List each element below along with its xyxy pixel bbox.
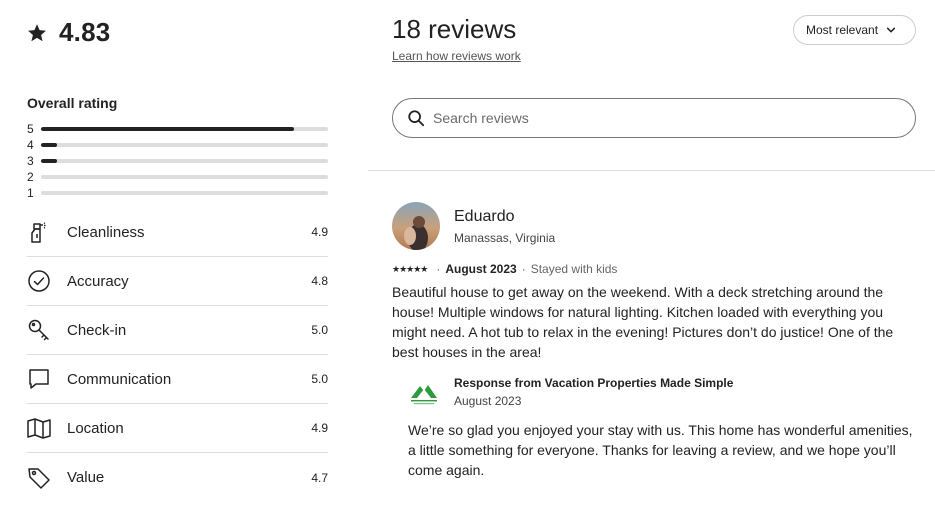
sort-label: Most relevant bbox=[806, 23, 879, 37]
category-score: 4.8 bbox=[311, 274, 328, 288]
category-ratings: Cleanliness 4.9 Accuracy 4.8 Check-in 5.0 Comm… bbox=[27, 208, 328, 502]
check-circle-icon bbox=[27, 269, 51, 293]
overall-rating-label: Overall rating bbox=[27, 95, 118, 111]
category-score: 5.0 bbox=[311, 372, 328, 386]
rating-bar-track bbox=[41, 191, 328, 195]
category-cleanliness: Cleanliness 4.9 bbox=[27, 208, 328, 257]
review-date: August 2023 bbox=[445, 262, 517, 276]
rating-bar-label: 3 bbox=[27, 154, 34, 168]
rating-bar-track bbox=[41, 127, 328, 131]
meta-separator: · bbox=[521, 262, 526, 276]
category-name: Value bbox=[67, 469, 105, 486]
search-input[interactable] bbox=[433, 110, 915, 126]
review-card: Eduardo Manassas, Virginia ★★★★★ · Augus… bbox=[392, 202, 920, 480]
chat-bubble-icon bbox=[27, 367, 51, 391]
rating-bar-label: 2 bbox=[27, 170, 34, 184]
rating-bar-label: 5 bbox=[27, 122, 34, 136]
category-name: Cleanliness bbox=[67, 223, 145, 241]
category-name: Check-in bbox=[67, 321, 127, 339]
map-icon bbox=[27, 416, 51, 440]
average-rating: 4.83 bbox=[59, 17, 111, 47]
sort-dropdown[interactable]: Most relevant bbox=[793, 15, 916, 45]
chevron-down-icon bbox=[886, 27, 896, 33]
tag-icon bbox=[27, 466, 51, 490]
category-score: 5.0 bbox=[311, 323, 328, 337]
spray-bottle-icon bbox=[27, 220, 51, 244]
search-reviews-box[interactable] bbox=[392, 98, 916, 138]
learn-how-reviews-work-link[interactable]: Learn how reviews work bbox=[392, 49, 521, 63]
overall-score: 4.83 bbox=[27, 17, 110, 48]
category-check-in: Check-in 5.0 bbox=[27, 306, 328, 355]
star-icon bbox=[28, 23, 46, 41]
rating-bar-5: 5 bbox=[27, 121, 328, 137]
reviewer-avatar[interactable] bbox=[392, 202, 440, 250]
reviews-count-title: 18 reviews bbox=[392, 14, 517, 44]
response-date: August 2023 bbox=[454, 394, 522, 408]
category-score: 4.9 bbox=[311, 421, 328, 435]
reviewer-location: Manassas, Virginia bbox=[454, 230, 556, 245]
response-title: Response from Vacation Properties Made S… bbox=[454, 376, 734, 390]
divider bbox=[368, 170, 935, 171]
category-communication: Communication 5.0 bbox=[27, 355, 328, 404]
rating-bar-fill bbox=[41, 159, 57, 163]
rating-bar-4: 4 bbox=[27, 137, 328, 153]
category-score: 4.7 bbox=[311, 470, 328, 485]
review-meta: ★★★★★ · August 2023 · Stayed with kids bbox=[392, 262, 920, 276]
rating-bar-1: 1 bbox=[27, 185, 328, 201]
category-accuracy: Accuracy 4.8 bbox=[27, 257, 328, 306]
search-icon bbox=[408, 110, 425, 127]
review-text: Beautiful house to get away on the weeke… bbox=[392, 284, 894, 360]
category-value: Value 4.7 bbox=[27, 453, 328, 502]
category-name: Location bbox=[67, 419, 124, 437]
reviewer-name: Eduardo bbox=[454, 207, 515, 225]
category-location: Location 4.9 bbox=[27, 404, 328, 453]
rating-bar-track bbox=[41, 159, 328, 163]
review-stars: ★★★★★ bbox=[392, 263, 428, 274]
meta-separator: · bbox=[436, 262, 441, 276]
key-icon bbox=[27, 318, 51, 342]
host-response: Response from Vacation Properties Made S… bbox=[408, 376, 920, 480]
rating-bar-track bbox=[41, 143, 328, 147]
rating-distribution: 5 4 3 2 1 bbox=[27, 121, 328, 201]
stay-type: Stayed with kids bbox=[530, 262, 618, 276]
rating-bar-fill bbox=[41, 127, 294, 131]
rating-bar-label: 4 bbox=[27, 138, 34, 152]
rating-bar-track bbox=[41, 175, 328, 179]
rating-bar-2: 2 bbox=[27, 169, 328, 185]
response-text: We’re so glad you enjoyed your stay with… bbox=[408, 422, 913, 478]
category-score: 4.9 bbox=[311, 225, 328, 239]
rating-bar-label: 1 bbox=[27, 186, 34, 200]
rating-bar-fill bbox=[41, 143, 57, 147]
host-logo bbox=[411, 385, 437, 405]
category-name: Accuracy bbox=[67, 272, 129, 290]
category-name: Communication bbox=[67, 370, 172, 388]
rating-bar-3: 3 bbox=[27, 153, 328, 169]
